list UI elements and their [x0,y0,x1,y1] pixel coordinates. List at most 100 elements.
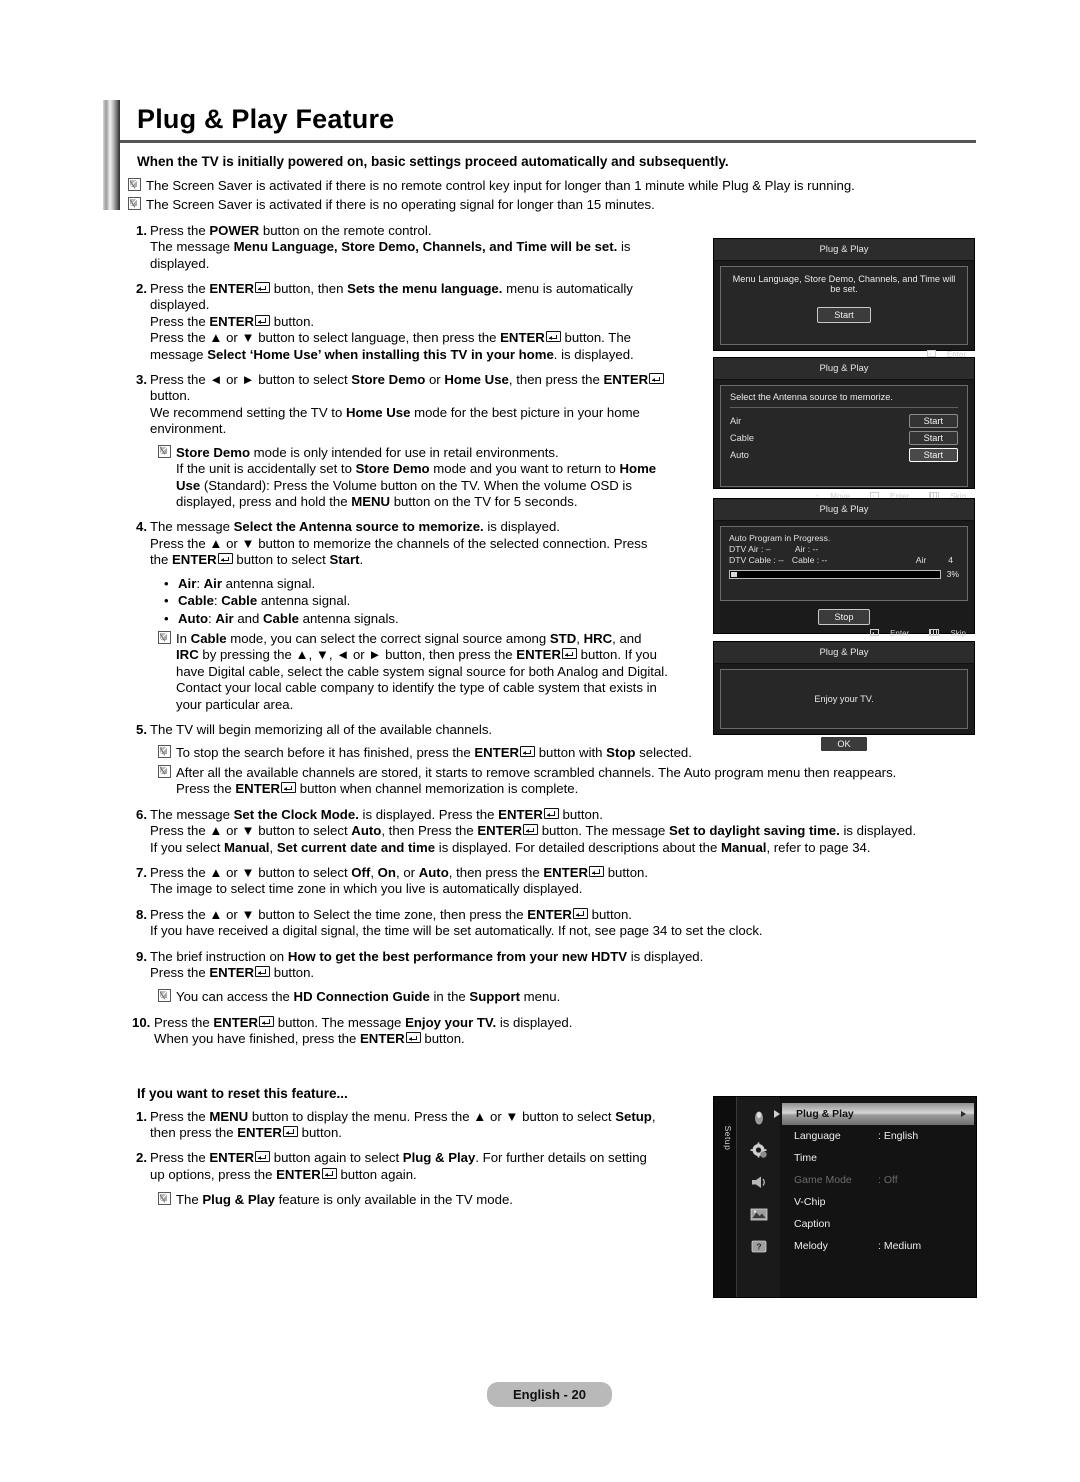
t: Skip [950,629,966,638]
step-7: 7. Press the ▲ or ▼ button to select Off… [120,865,980,898]
start-button-cable[interactable]: Start [908,431,958,445]
bullet-dot: • [164,575,169,591]
t: Air [215,610,234,626]
t: Store Demo [351,372,426,388]
t: Air : -- [794,544,819,554]
t: Support [469,989,520,1005]
osd-panel-antenna-source: Plug & Play Select the Antenna source to… [713,357,975,501]
osd-panel-plug-play-intro: Plug & Play Menu Language, Store Demo, C… [713,238,975,359]
enter-key-icon [321,1167,337,1179]
t: Start [329,552,360,568]
step-9: 9. The brief instruction on How to get t… [120,949,980,982]
t: Store Demo [355,461,430,477]
start-button-auto[interactable]: Start [908,448,958,462]
t: Auto [178,610,209,626]
enter-key-icon [543,807,559,819]
t: Set current date and time [276,839,436,855]
left-decorative-bar [103,100,120,210]
progress-bar [729,569,941,579]
t: Press the [150,964,210,980]
t: Press the [150,1108,210,1124]
t: The brief instruction on [150,948,288,964]
picture-icon[interactable] [737,1201,780,1227]
enter-key-icon [259,1015,275,1027]
t: Home Use [345,404,411,420]
page-footer: English - 20 [487,1382,612,1407]
t: button. The message [538,823,670,839]
t: Press the [150,313,210,329]
enter-key-icon [217,553,233,565]
step-number: 10. [132,1014,151,1030]
t: is displayed. [839,823,917,839]
t: ENTER [603,372,649,388]
t: Air [203,575,222,591]
osd-body: Menu Language, Store Demo, Channels, and… [720,266,968,345]
stop-button[interactable]: Stop [817,609,871,625]
svg-text:?: ? [756,1241,761,1251]
menu-item-plug-play[interactable]: Plug & Play [774,1103,974,1125]
sound-icon[interactable] [737,1169,780,1195]
t: ENTER [500,330,545,346]
t: displayed. [150,255,210,271]
t: ENTER [237,1124,282,1140]
t: button. [604,864,649,880]
t: The message [150,806,234,822]
note-item: The Screen Saver is activated if there i… [120,197,980,213]
menu-item-list: Plug & Play Language : English Time Game… [774,1097,976,1297]
t: Sets the menu language. [347,281,503,297]
menu-item-label: Time [794,1152,817,1164]
menu-item-time[interactable]: Time [780,1147,976,1169]
t: then press the [150,1124,238,1140]
t: , [576,631,584,647]
t: and [233,610,264,626]
ok-button[interactable]: OK [820,736,868,752]
menu-item-language[interactable]: Language : English [780,1125,976,1147]
title-rule [120,140,976,143]
t: by pressing the ▲, ▼, ◄ or ► button, the… [198,647,517,663]
t: Setup [615,1108,652,1124]
progress-percent: 3% [946,569,959,579]
step-number: 4. [136,519,147,535]
input-icon[interactable] [737,1105,780,1131]
t: is displayed. [496,1014,573,1030]
t: Press the [150,281,210,297]
t: Press the ▲ or ▼ button to select [150,864,352,880]
menu-item-label: Game Mode [794,1174,852,1186]
t: your particular area. [176,696,294,712]
t: ENTER [213,1014,259,1030]
menu-item-v-chip[interactable]: V-Chip [780,1191,976,1213]
row-label: Auto [730,450,749,460]
divider [730,407,958,408]
chevron-right-icon [961,1111,966,1117]
start-button-air[interactable]: Start [908,414,958,428]
t: button, then [270,281,348,297]
t: button with [535,745,607,761]
enter-key-icon [572,907,588,919]
note-text: The Screen Saver is activated if there i… [146,197,655,213]
t: MENU [209,1108,249,1124]
menu-item-melody[interactable]: Melody : Medium [780,1235,976,1257]
menu-item-label: V-Chip [794,1196,826,1208]
enter-key-icon [255,965,271,977]
progress-fill [731,571,737,577]
setup-menu-panel: Setup ? Plug & Play Language: English T… [713,1096,977,1298]
t: Press the ◄ or ► button to select [150,372,352,388]
step-text: The brief instruction on How to get the … [150,949,980,982]
progress-row: 3% [729,569,959,579]
step-number: 5. [136,722,147,738]
support-icon[interactable]: ? [737,1233,780,1259]
t: button. [270,313,315,329]
t: Select the Antenna source to memorize. [233,519,484,535]
t: MENU [351,493,391,509]
t: STD [549,631,577,647]
start-button[interactable]: Start [817,307,871,323]
note-text: The Screen Saver is activated if there i… [146,178,855,193]
t: (Standard): Press the Volume button on t… [200,477,632,493]
enter-key-icon [255,282,271,294]
menu-item-caption[interactable]: Caption [780,1213,976,1235]
t: button. If you [577,647,657,663]
antenna-row-auto: Auto Start [730,448,958,462]
note-icon [120,745,176,761]
gear-icon[interactable] [737,1137,780,1163]
step-number: 1. [136,1108,147,1124]
